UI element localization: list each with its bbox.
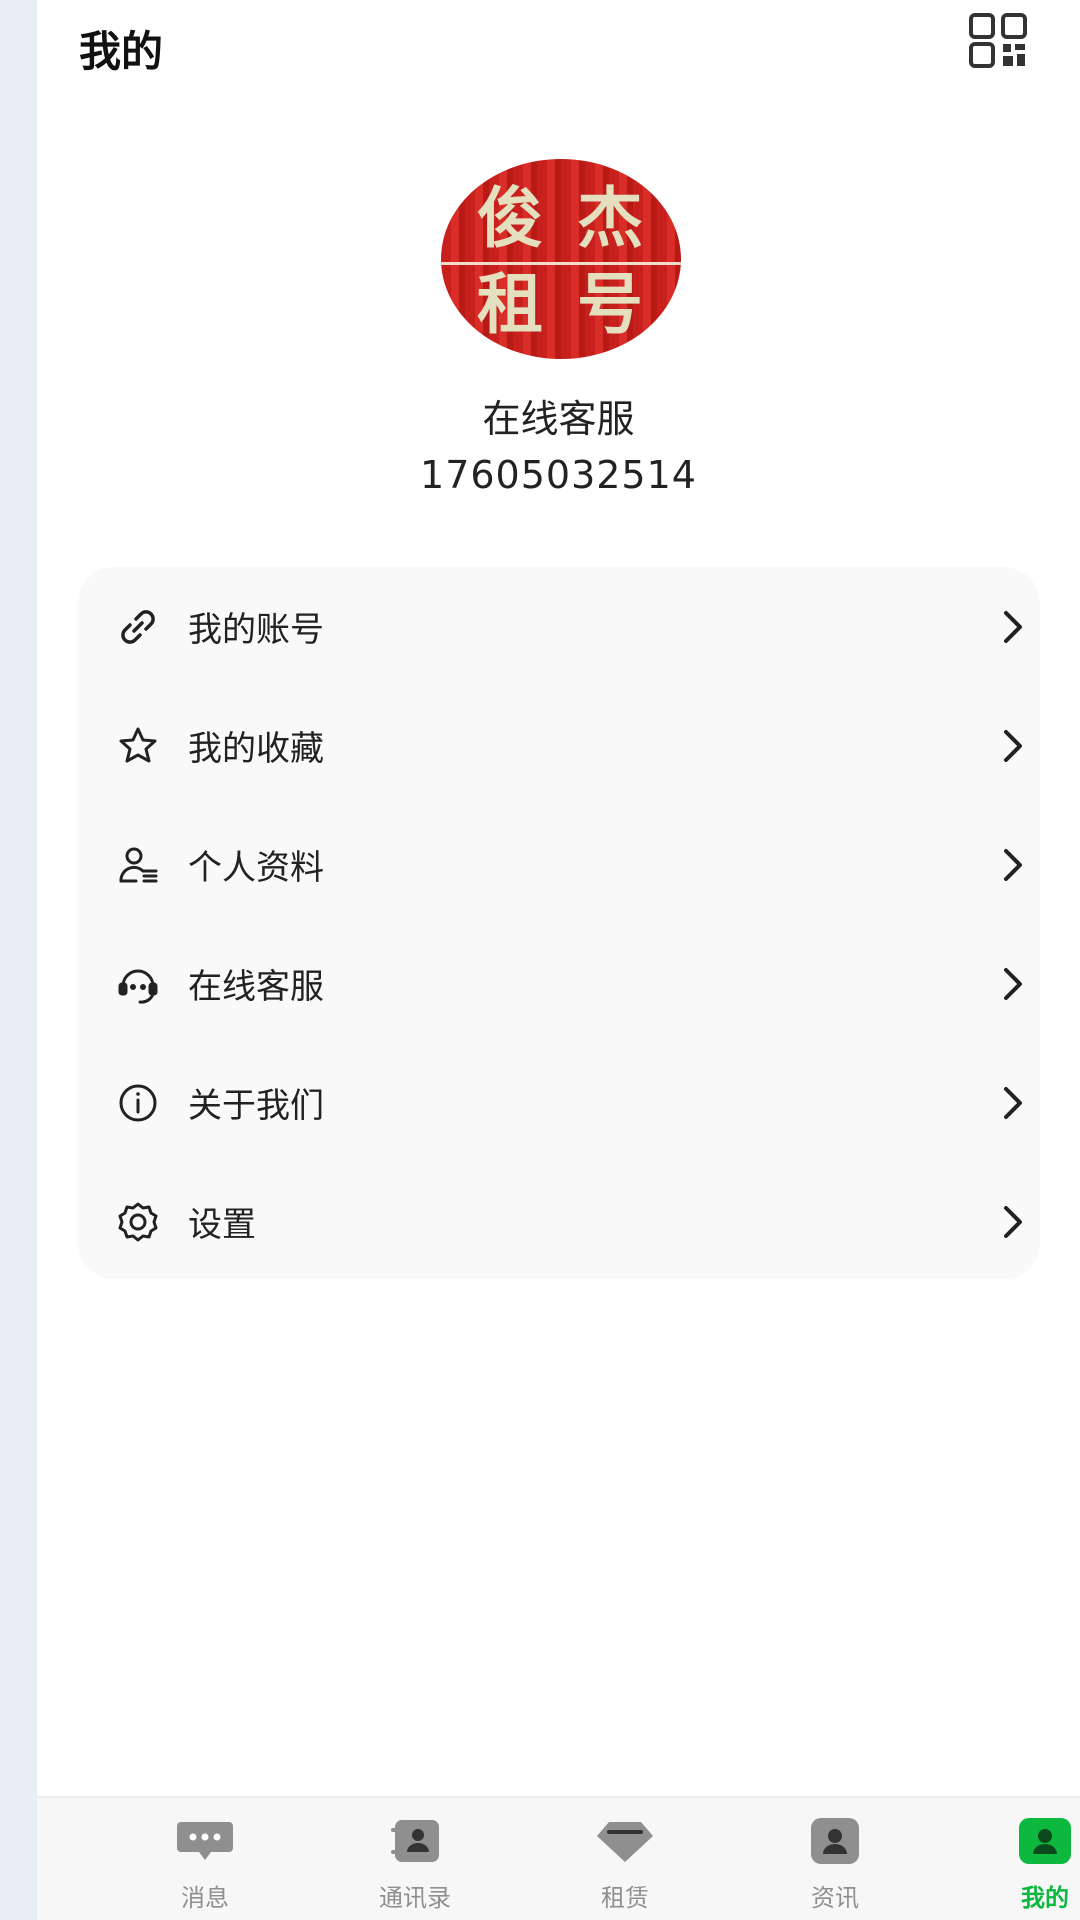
screen: 我的 俊 杰 租 号 在线客服 17605032514 我的账号 我的收藏 个人…: [37, 0, 1080, 1920]
profile-name: 在线客服: [482, 397, 635, 441]
me-icon: [1019, 1818, 1071, 1864]
menu-item-label: 设置: [188, 1205, 256, 1245]
headset-icon: [116, 962, 160, 1006]
menu-item-label: 我的收藏: [188, 729, 324, 769]
menu-card: 我的账号 我的收藏 个人资料 在线客服 关于我们 设置: [78, 567, 1040, 1279]
menu-item-my-favorites[interactable]: 我的收藏: [78, 686, 1040, 805]
tab-bar: 消息 通讯录 租赁 资讯 我的: [37, 1796, 1080, 1920]
menu-item-label: 我的账号: [188, 610, 324, 650]
tab-label: 我的: [1021, 1884, 1069, 1912]
tab-news[interactable]: 资讯: [755, 1798, 915, 1920]
header: 我的: [37, 0, 1080, 90]
info-icon: [116, 1081, 160, 1125]
avatar-char: 俊: [477, 179, 543, 257]
avatar-char: 号: [577, 265, 643, 343]
chevron-right-icon: [1004, 848, 1022, 881]
news-icon: [811, 1818, 859, 1864]
chevron-right-icon: [1004, 1086, 1022, 1119]
tab-label: 资讯: [811, 1884, 859, 1912]
contacts-icon: [391, 1820, 439, 1862]
chat-icon: [177, 1822, 233, 1860]
avatar-char: 租: [477, 265, 543, 343]
qr-code-button[interactable]: [967, 12, 1031, 68]
profile-icon: [116, 843, 160, 887]
star-icon: [116, 724, 160, 768]
avatar-char: 杰: [577, 179, 643, 257]
profile-phone: 17605032514: [420, 453, 697, 497]
chevron-right-icon: [1004, 610, 1022, 643]
menu-item-about-us[interactable]: 关于我们: [78, 1043, 1040, 1162]
menu-item-my-account[interactable]: 我的账号: [78, 567, 1040, 686]
menu-item-label: 个人资料: [188, 848, 324, 888]
tab-label: 消息: [181, 1884, 229, 1912]
tab-messages[interactable]: 消息: [125, 1798, 285, 1920]
page-title: 我的: [79, 27, 164, 76]
tab-contacts[interactable]: 通讯录: [335, 1798, 495, 1920]
chevron-right-icon: [1004, 1205, 1022, 1238]
diamond-icon: [597, 1822, 653, 1862]
chevron-right-icon: [1004, 967, 1022, 1000]
link-icon: [116, 605, 160, 649]
gear-icon: [116, 1200, 160, 1244]
menu-item-label: 关于我们: [188, 1086, 324, 1126]
avatar[interactable]: 俊 杰 租 号: [441, 159, 681, 359]
tab-label: 通讯录: [379, 1884, 451, 1912]
chevron-right-icon: [1004, 729, 1022, 762]
tab-rental[interactable]: 租赁: [545, 1798, 705, 1920]
qr-code-icon: [969, 13, 1027, 68]
tab-label: 租赁: [601, 1884, 649, 1912]
menu-item-label: 在线客服: [188, 967, 324, 1007]
tab-me[interactable]: 我的: [965, 1798, 1080, 1920]
menu-item-settings[interactable]: 设置: [78, 1162, 1040, 1281]
menu-item-profile[interactable]: 个人资料: [78, 805, 1040, 924]
menu-item-online-service[interactable]: 在线客服: [78, 924, 1040, 1043]
